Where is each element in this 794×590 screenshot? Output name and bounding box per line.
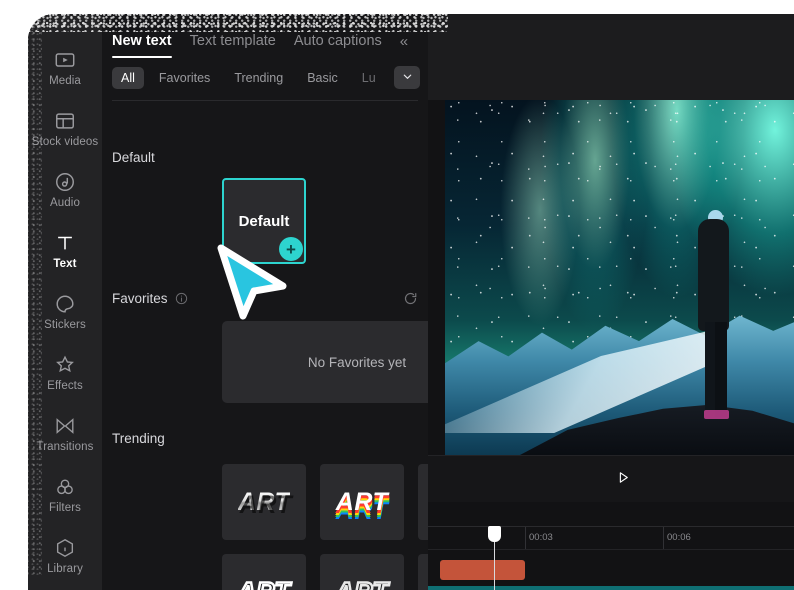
chip-luxury[interactable]: Lu bbox=[353, 67, 385, 89]
text-panel: New text Text template Auto captions « A… bbox=[102, 14, 428, 590]
favorites-empty-text: No Favorites yet bbox=[308, 355, 406, 370]
filter-chip-row: All Favorites Trending Basic Lu bbox=[102, 58, 428, 98]
playhead-handle[interactable] bbox=[488, 526, 501, 542]
add-text-button[interactable]: + bbox=[279, 237, 303, 261]
person-silhouette bbox=[694, 210, 732, 425]
chip-trending[interactable]: Trending bbox=[225, 67, 292, 89]
sidebar-item-transitions[interactable]: Transitions bbox=[28, 404, 102, 465]
video-preview[interactable] bbox=[445, 100, 794, 455]
media-icon bbox=[54, 49, 76, 71]
sidebar-item-effects[interactable]: Effects bbox=[28, 343, 102, 404]
timeline-clip-label: oman, Camera, Retro, Looking At Camera_B… bbox=[428, 586, 794, 590]
person-leg bbox=[715, 322, 727, 417]
sidebar-item-label: Media bbox=[49, 76, 81, 88]
sidebar-item-library[interactable]: Library bbox=[28, 526, 102, 587]
section-title-default: Default bbox=[102, 150, 155, 165]
info-icon[interactable] bbox=[175, 292, 188, 305]
chip-basic[interactable]: Basic bbox=[298, 67, 347, 89]
preview-toolbar bbox=[428, 455, 794, 503]
trending-item[interactable]: ART bbox=[418, 464, 428, 540]
sidebar-item-label: Stock videos bbox=[32, 137, 98, 149]
trending-item-label: ART bbox=[238, 580, 290, 590]
trending-item[interactable]: ART bbox=[222, 554, 306, 590]
trending-item-label: ART bbox=[336, 490, 388, 515]
chip-all[interactable]: All bbox=[112, 67, 144, 89]
app-window: Media Stock videos Audio bbox=[28, 14, 794, 590]
tab-text-template[interactable]: Text template bbox=[190, 33, 276, 58]
tab-new-text[interactable]: New text bbox=[112, 33, 172, 58]
effects-icon bbox=[54, 354, 76, 376]
sidebar-item-stickers[interactable]: Stickers bbox=[28, 282, 102, 343]
section-trending-header: Trending bbox=[102, 431, 165, 446]
trending-item[interactable]: ART bbox=[418, 554, 428, 590]
trending-item-label: ART bbox=[238, 490, 290, 515]
chip-more-button[interactable] bbox=[394, 66, 420, 89]
stock-videos-icon bbox=[54, 110, 76, 132]
stickers-icon bbox=[54, 293, 76, 315]
section-default-header: Default bbox=[102, 150, 155, 165]
collapse-panel-icon[interactable]: « bbox=[400, 33, 407, 58]
timeline-clip-video[interactable]: oman, Camera, Retro, Looking At Camera_B… bbox=[428, 586, 794, 590]
sidebar: Media Stock videos Audio bbox=[28, 14, 102, 590]
ruler-tick bbox=[663, 527, 664, 549]
sidebar-item-label: Stickers bbox=[44, 320, 86, 332]
sidebar-item-label: Library bbox=[47, 564, 83, 576]
transitions-icon bbox=[54, 415, 76, 437]
playhead-line bbox=[494, 542, 495, 590]
library-icon bbox=[54, 537, 76, 559]
right-area: 00:03 00:06 00:09 oman, Camera, Retro, L… bbox=[428, 14, 794, 590]
sidebar-item-audio[interactable]: Audio bbox=[28, 160, 102, 221]
person-boot bbox=[704, 410, 729, 419]
chevron-down-icon bbox=[402, 69, 413, 87]
refresh-icon[interactable] bbox=[403, 291, 418, 306]
sidebar-item-label: Filters bbox=[49, 503, 81, 515]
sidebar-item-label: Text bbox=[53, 259, 76, 271]
timeline-ruler[interactable]: 00:03 00:06 00:09 bbox=[428, 526, 794, 550]
trending-item-label: ART bbox=[336, 580, 388, 590]
filters-icon bbox=[54, 476, 76, 498]
text-icon bbox=[54, 232, 76, 254]
plus-icon: + bbox=[286, 241, 296, 258]
sidebar-item-media[interactable]: Media bbox=[28, 38, 102, 99]
play-button[interactable] bbox=[610, 467, 636, 493]
section-title-trending: Trending bbox=[102, 431, 165, 446]
chip-favorites[interactable]: Favorites bbox=[150, 67, 219, 89]
trending-item[interactable]: ART bbox=[320, 464, 404, 540]
panel-tabs: New text Text template Auto captions « bbox=[102, 14, 428, 58]
trending-grid: ART ART ART ART ART ART bbox=[222, 464, 428, 590]
trending-item[interactable]: ART bbox=[320, 554, 404, 590]
audio-icon bbox=[54, 171, 76, 193]
timeline-clip-audio[interactable] bbox=[440, 560, 525, 580]
sidebar-item-label: Transitions bbox=[37, 442, 94, 454]
favorites-empty-state: No Favorites yet bbox=[222, 321, 428, 403]
ruler-tick-label: 00:06 bbox=[667, 532, 691, 543]
sidebar-item-stock-videos[interactable]: Stock videos bbox=[28, 99, 102, 160]
trending-item[interactable]: ART bbox=[222, 464, 306, 540]
timeline[interactable]: 00:03 00:06 00:09 oman, Camera, Retro, L… bbox=[428, 502, 794, 590]
ruler-tick bbox=[525, 527, 526, 549]
sidebar-item-label: Audio bbox=[50, 198, 80, 210]
ruler-tick-label: 00:03 bbox=[529, 532, 553, 543]
text-style-card-label: Default bbox=[239, 213, 290, 230]
tab-auto-captions[interactable]: Auto captions bbox=[294, 33, 382, 58]
preview-top-strip bbox=[428, 14, 794, 100]
section-title-favorites: Favorites bbox=[112, 291, 168, 306]
sidebar-item-label: Effects bbox=[47, 381, 83, 393]
person-body bbox=[698, 219, 729, 331]
section-favorites-header: Favorites bbox=[102, 291, 428, 306]
play-icon bbox=[616, 470, 631, 490]
panel-divider bbox=[112, 100, 418, 101]
sidebar-item-text[interactable]: Text bbox=[28, 221, 102, 282]
sidebar-item-filters[interactable]: Filters bbox=[28, 465, 102, 526]
